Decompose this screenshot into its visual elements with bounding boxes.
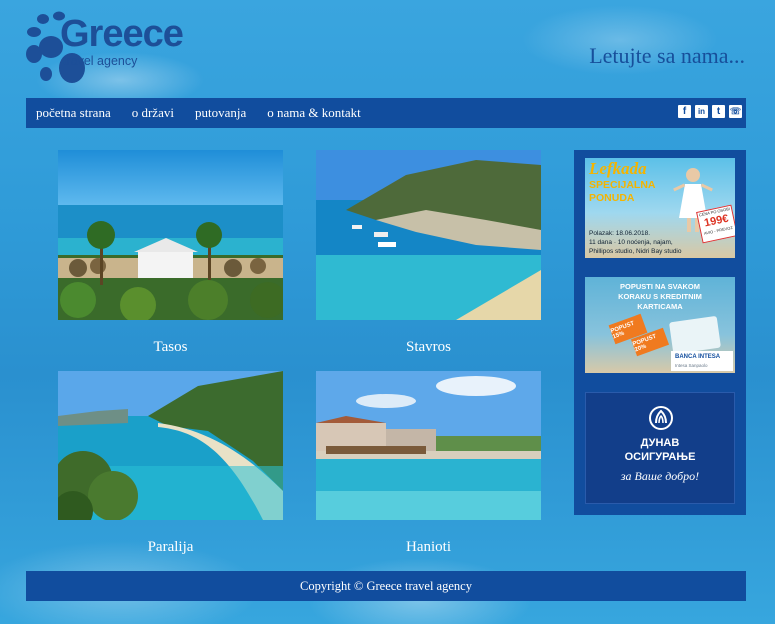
ad-lefkada-title: Lefkada (589, 159, 647, 178)
main-nav: početna strana o državi putovanja o nama… (26, 98, 746, 128)
ad-banca-intesa[interactable]: POPUSTI NA SVAKOM KORAKU S KREDITNIM KAR… (585, 277, 735, 373)
nav-link-home[interactable]: početna strana (36, 105, 111, 121)
destination-photo-tasos[interactable] (58, 150, 283, 320)
nav-link-about-contact[interactable]: o nama & kontakt (267, 105, 361, 121)
linkedin-icon[interactable]: in (695, 105, 708, 118)
intesa-brand-name: BANCA INTESA (675, 354, 721, 360)
ad-lefkada-studios: Phillipos studio, Nidri Bay studio (589, 248, 682, 255)
destination-caption-hanioti[interactable]: Hanioti (316, 539, 541, 556)
nav-link-about-country[interactable]: o državi (132, 105, 174, 121)
ad-lefkada[interactable]: Lefkada SPECIJALNA PONUDA CENA PO OSOBI … (585, 158, 735, 258)
tagline: Letujte sa nama... (589, 43, 745, 68)
destination-card-hanioti (316, 371, 541, 520)
credit-card-image (669, 315, 721, 355)
dunav-name-1: ДУНАВ (640, 437, 680, 449)
ad-dunav-osiguranje[interactable]: ДУНАВ ОСИГУРАЊЕ за Ваше добро! (585, 392, 735, 504)
ad-lefkada-line1: SPECIJALNA (589, 179, 656, 191)
destination-card-stavros (316, 150, 541, 320)
copyright-text: Copyright © Greece travel agency (300, 578, 472, 593)
ad-lefkada-depart: Polazak: 18.06.2018. (589, 230, 651, 237)
intesa-brand-block: BANCA INTESA Intesa Sanpaolo (671, 351, 733, 371)
destination-card-paralija (58, 371, 283, 520)
ad-lefkada-line2: PONUDA (589, 192, 635, 204)
sidebar-ads: Lefkada SPECIJALNA PONUDA CENA PO OSOBI … (574, 150, 746, 515)
whatsapp-icon[interactable]: ☏ (729, 105, 742, 118)
price-badge: CENA PO OSOBI 199€ AVIO - PREVOZ (696, 204, 735, 244)
destination-photo-paralija[interactable] (58, 371, 283, 520)
site-logo[interactable]: Greece travel agency (26, 10, 202, 86)
logo-subtitle: travel agency (63, 54, 138, 68)
twitter-icon[interactable]: t (712, 105, 725, 118)
ad-lefkada-details: 11 dana · 10 noćenja, najam, (589, 239, 673, 246)
destination-card-tasos (58, 150, 283, 320)
dunav-slogan: за Ваше добро! (620, 469, 700, 483)
destination-caption-stavros[interactable]: Stavros (316, 339, 541, 356)
destination-caption-tasos[interactable]: Tasos (58, 339, 283, 356)
intesa-brand-sub: Intesa Sanpaolo (675, 363, 708, 368)
ad-intesa-headline-2: KORAKU S KREDITNIM (618, 292, 702, 301)
facebook-icon[interactable]: f (678, 105, 691, 118)
destination-caption-paralija[interactable]: Paralija (58, 539, 283, 556)
ad-intesa-headline-3: KARTICAMA (637, 302, 683, 311)
logo-wordmark: Greece (60, 13, 184, 55)
dunav-emblem-icon (649, 406, 673, 430)
destination-photo-hanioti[interactable] (316, 371, 541, 520)
dunav-name-2: ОСИГУРАЊЕ (624, 451, 696, 463)
site-footer: Copyright © Greece travel agency (26, 571, 746, 601)
destination-photo-stavros[interactable] (316, 150, 541, 320)
nav-link-trips[interactable]: putovanja (195, 105, 246, 121)
ad-intesa-headline-1: POPUSTI NA SVAKOM (619, 282, 700, 291)
